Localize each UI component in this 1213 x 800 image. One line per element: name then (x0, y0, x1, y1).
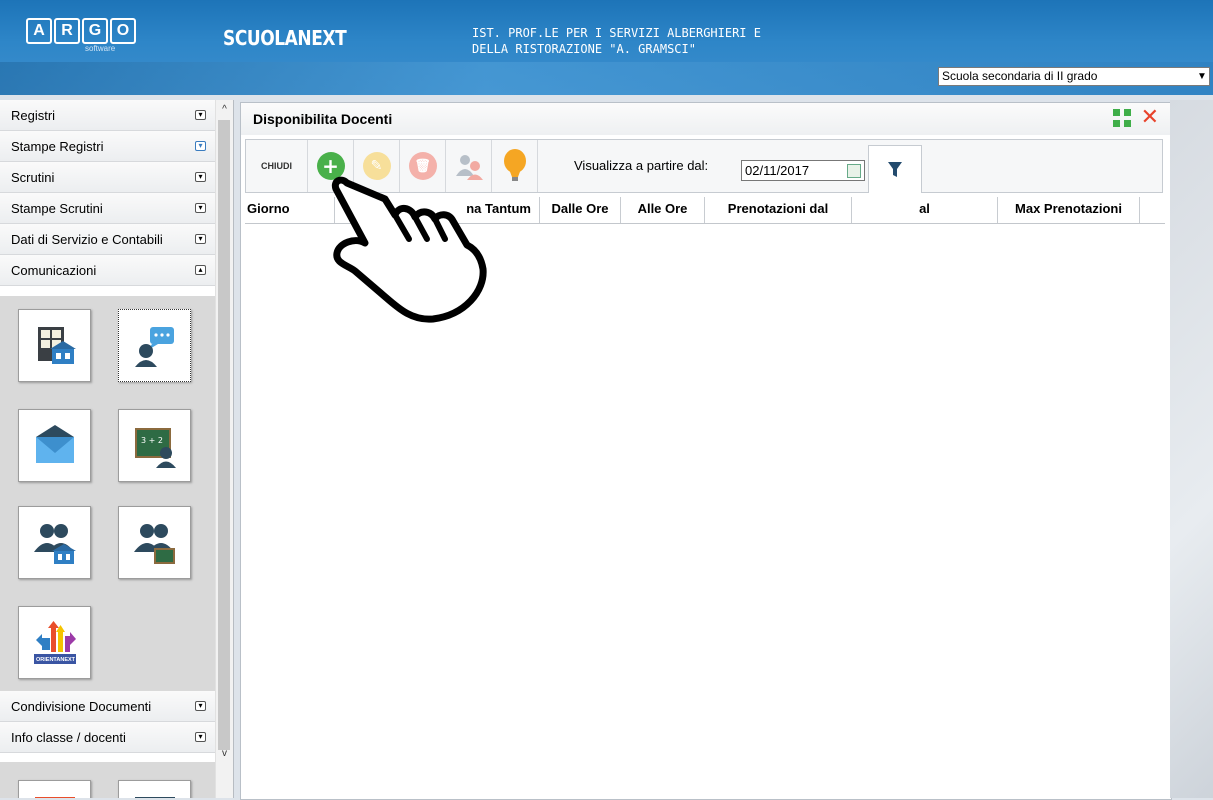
filter-tab[interactable] (868, 145, 922, 193)
sidebar-item-label: Stampe Scrutini (11, 201, 103, 216)
genitori-scuola-icon (33, 523, 76, 564)
ricevimento-docenti-icon (134, 326, 174, 367)
column-header-prenotazioni-dal[interactable]: Prenotazioni dal (705, 197, 852, 223)
panel-title: Disponibilita Docenti (253, 111, 393, 127)
app-name: SCUOLANEXT (223, 26, 347, 50)
sidebar-item-label: Scrutini (11, 170, 55, 185)
expand-icon[interactable]: ▾ (195, 234, 206, 244)
logo-letter: G (82, 18, 108, 44)
sidebar-lower-items: Condivisione Documenti ▾ Info classe / d… (0, 691, 215, 753)
messaggi-tile[interactable] (18, 409, 91, 482)
start-date-value: 02/11/2017 (745, 163, 810, 178)
lightbulb-icon (503, 149, 526, 181)
column-header-giorno[interactable]: Giorno (245, 197, 335, 223)
expand-icon[interactable]: ▾ (195, 732, 206, 742)
expand-icon[interactable]: ▾ (195, 110, 206, 120)
filter-icon (888, 161, 902, 177)
school-type-select[interactable]: Scuola secondaria di II grado ▼ (938, 67, 1210, 86)
school-name-line1: IST. PROF.LE PER I SERVIZI ALBERGHIERI E (472, 26, 761, 40)
sidebar-item-condivisione-documenti[interactable]: Condivisione Documenti ▾ (0, 691, 215, 722)
bacheca-icon (37, 326, 76, 364)
sidebar-item-label: Stampe Registri (11, 139, 104, 154)
sidebar-item-stampe-scrutini[interactable]: Stampe Scrutini ▾ (0, 193, 233, 224)
sidebar-scrollbar[interactable]: ^ v (215, 100, 233, 798)
column-header-alle-ore[interactable]: Alle Ore (621, 197, 705, 223)
title-icons: ✕ (1112, 107, 1159, 129)
genitori-classe-tile[interactable] (118, 506, 191, 579)
orientanext-label: ORIENTANEXT (36, 657, 76, 663)
sidebar-item-info-classe-docenti[interactable]: Info classe / docenti ▾ (0, 722, 215, 753)
scroll-down-icon[interactable]: v (216, 748, 233, 759)
lavagna-icon: 3 + 2 (134, 427, 176, 468)
ricevimento-tile[interactable] (118, 309, 191, 382)
sidebar-item-label: Dati di Servizio e Contabili (11, 232, 163, 247)
lavagna-tile[interactable]: 3 + 2 (118, 409, 191, 482)
sidebar-tile-partial[interactable] (18, 780, 91, 798)
genitori-classe-icon (133, 523, 175, 564)
sidebar-item-label: Registri (11, 108, 56, 123)
sidebar-item-stampe-registri[interactable]: Stampe Registri ▾ (0, 131, 233, 162)
scroll-up-icon[interactable]: ^ (216, 104, 233, 115)
chevron-down-icon[interactable]: ▼ (1195, 68, 1209, 85)
sidebar: Registri ▾ Stampe Registri ▾ Scrutini ▾ … (0, 100, 234, 798)
sidebar-item-label: Comunicazioni (11, 263, 97, 278)
comunicazioni-panel: 3 + 2 ORIENTANEXT (0, 296, 215, 691)
close-icon[interactable]: ✕ (1141, 107, 1159, 129)
school-type-value: Scuola secondaria di II grado (942, 69, 1098, 83)
messaggi-icon (35, 424, 74, 463)
orientanext-tile[interactable]: ORIENTANEXT (18, 606, 91, 679)
collapse-icon[interactable]: ▴ (195, 265, 206, 275)
expand-icon[interactable]: ▾ (195, 203, 206, 213)
panel-title-bar: Disponibilita Docenti ✕ (241, 103, 1171, 135)
app-header: A R G O software SCUOLANEXT IST. PROF.LE… (0, 0, 1213, 95)
expand-icon[interactable]: ▾ (195, 172, 206, 182)
background-decoration (1170, 100, 1213, 798)
expand-icon[interactable]: ▾ (195, 141, 206, 151)
sidebar-item-label: Info classe / docenti (11, 730, 126, 745)
sidebar-item-label: Condivisione Documenti (11, 699, 152, 714)
sidebar-item-scrutini[interactable]: Scrutini ▾ (0, 162, 233, 193)
orientanext-icon: ORIENTANEXT (33, 620, 76, 664)
school-name-line2: DELLA RISTORAZIONE "A. GRAMSCI" (472, 42, 696, 56)
sidebar-item-dati-servizio[interactable]: Dati di Servizio e Contabili ▾ (0, 224, 233, 255)
bacheca-tile[interactable] (18, 309, 91, 382)
sidebar-item-registri[interactable]: Registri ▾ (0, 100, 233, 131)
hint-button[interactable] (492, 140, 538, 192)
start-date-input[interactable]: 02/11/2017 (741, 160, 865, 181)
date-label: Visualizza a partire dal: (574, 158, 709, 173)
hand-pointer-icon (331, 176, 487, 323)
school-name: IST. PROF.LE PER I SERVIZI ALBERGHIERI E… (472, 25, 761, 57)
genitori-scuola-tile[interactable] (18, 506, 91, 579)
maximize-icon[interactable] (1112, 109, 1131, 127)
sidebar-item-comunicazioni[interactable]: Comunicazioni ▴ (0, 255, 233, 286)
logo-subtitle: software (85, 44, 116, 53)
sidebar-tile-partial[interactable] (118, 780, 191, 798)
logo-letter: R (54, 18, 80, 44)
sidebar-bottom-panel (0, 762, 215, 798)
scrollbar-thumb[interactable] (218, 120, 230, 750)
column-header-al[interactable]: al (852, 197, 998, 223)
chiudi-button[interactable]: CHIUDI (246, 140, 308, 192)
logo-letter: A (26, 18, 52, 44)
column-header-max-prenotazioni[interactable]: Max Prenotazioni (998, 197, 1140, 223)
logo-letter: O (110, 18, 136, 44)
expand-icon[interactable]: ▾ (195, 701, 206, 711)
svg-text:3 + 2: 3 + 2 (141, 436, 163, 445)
argo-logo: A R G O (26, 18, 136, 44)
calendar-icon[interactable] (847, 164, 861, 178)
column-header-spacer (1140, 197, 1165, 223)
column-header-dalle-ore[interactable]: Dalle Ore (540, 197, 621, 223)
